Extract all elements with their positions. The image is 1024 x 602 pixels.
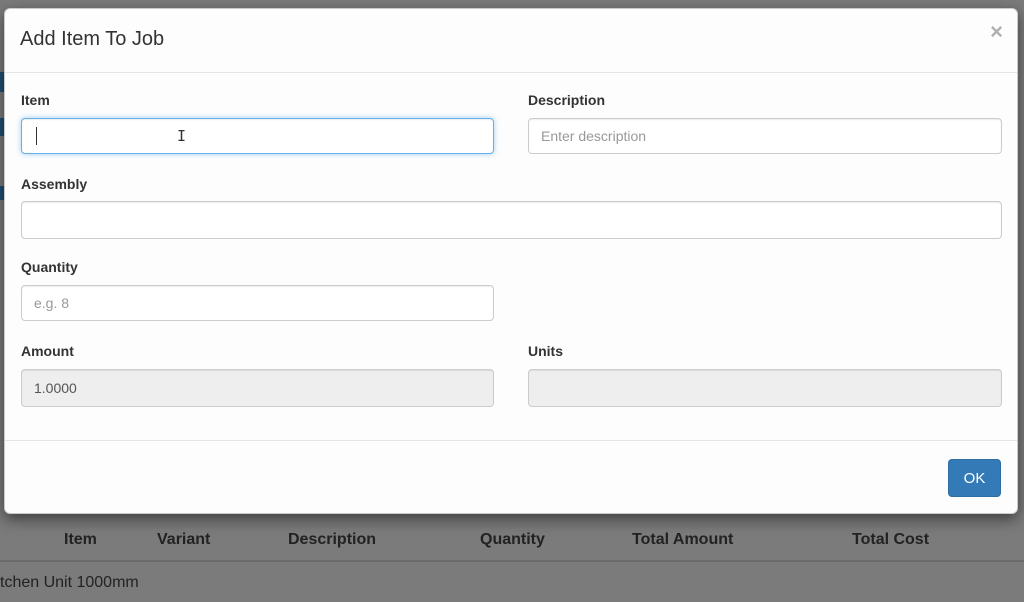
ibeam-cursor-icon: I: [177, 127, 187, 145]
modal-body: Item I Description Assembly Quantity Amo…: [5, 72, 1017, 440]
background-table-header: Item Variant Description Quantity Total …: [0, 520, 1024, 562]
text-caret: [36, 127, 37, 145]
description-label: Description: [528, 92, 606, 108]
description-input[interactable]: [528, 118, 1002, 154]
column-header-variant: Variant: [157, 531, 211, 548]
assembly-label: Assembly: [21, 176, 88, 192]
modal-title: Add Item To Job: [20, 28, 165, 50]
item-input[interactable]: [21, 118, 494, 154]
table-cell-item: tchen Unit 1000mm: [0, 574, 139, 591]
close-button[interactable]: ×: [990, 21, 1003, 43]
amount-input: [21, 369, 494, 407]
add-item-modal: Add Item To Job × Item I Description Ass…: [4, 8, 1018, 514]
modal-footer: OK: [5, 440, 1017, 513]
amount-label: Amount: [21, 343, 74, 359]
modal-header: Add Item To Job ×: [5, 9, 1017, 73]
column-header-total-cost: Total Cost: [852, 531, 930, 548]
column-header-item: Item: [64, 531, 97, 548]
item-label: Item: [21, 92, 50, 108]
units-input: [528, 369, 1002, 407]
close-icon: ×: [990, 19, 1003, 44]
assembly-input[interactable]: [21, 201, 1002, 239]
units-label: Units: [528, 343, 563, 359]
column-header-total-amount: Total Amount: [632, 531, 734, 548]
column-header-description: Description: [288, 531, 377, 548]
quantity-input[interactable]: [21, 285, 494, 321]
column-header-quantity: Quantity: [480, 531, 545, 548]
ok-button[interactable]: OK: [948, 459, 1001, 497]
table-row: tchen Unit 1000mm: [0, 562, 1024, 602]
quantity-label: Quantity: [21, 259, 78, 275]
